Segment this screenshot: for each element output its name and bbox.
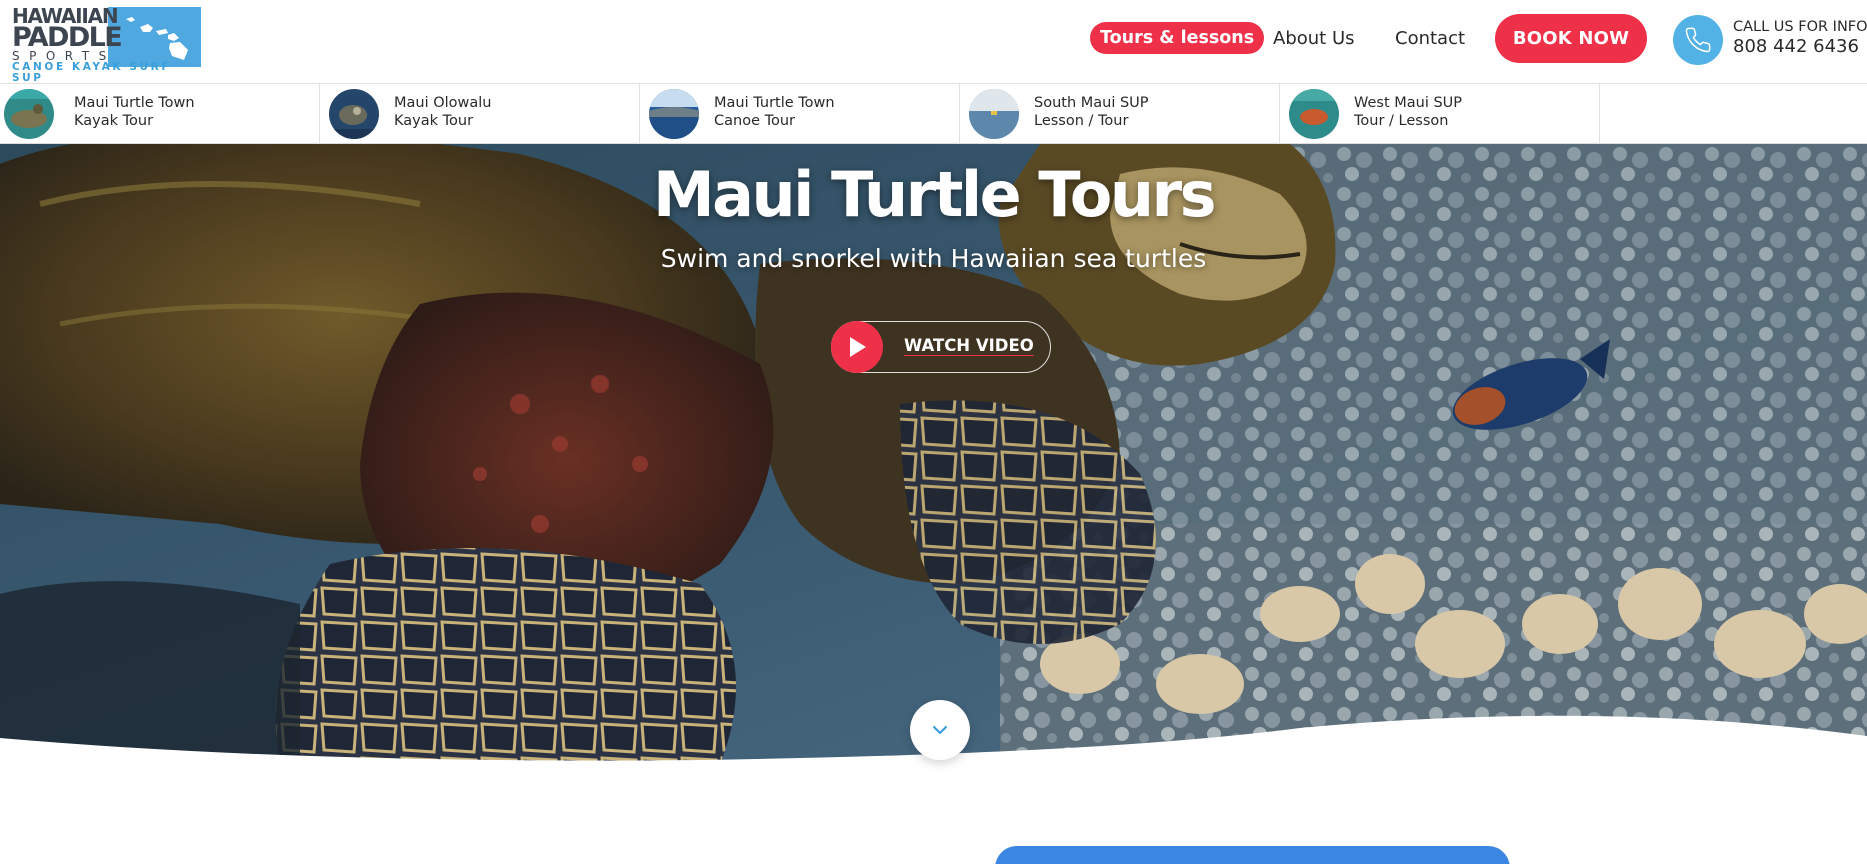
tour-type: Lesson / Tour bbox=[1034, 113, 1129, 129]
nav-about-us[interactable]: About Us bbox=[1273, 22, 1355, 54]
tour-label: Maui Turtle Town Canoe Tour bbox=[714, 94, 835, 130]
tour-label: South Maui SUP Lesson / Tour bbox=[1034, 94, 1149, 130]
logo-line-2: PADDLE bbox=[12, 22, 123, 53]
site-logo[interactable]: HAWAIIAN PADDLE SPORTS CANOE KAYAK SURF … bbox=[12, 5, 202, 83]
watch-video-button[interactable]: WATCH VIDEO bbox=[831, 321, 1051, 373]
tours-strip: Maui Turtle Town Kayak Tour Maui Olowalu… bbox=[0, 84, 1867, 144]
tour-name: South Maui SUP bbox=[1034, 95, 1149, 111]
tour-card-turtle-town-kayak[interactable]: Maui Turtle Town Kayak Tour bbox=[0, 84, 320, 144]
tour-card-olowalu-kayak[interactable]: Maui Olowalu Kayak Tour bbox=[320, 84, 640, 144]
phone-icon[interactable] bbox=[1673, 15, 1723, 65]
tour-thumbnail bbox=[649, 89, 699, 139]
nav-contact[interactable]: Contact bbox=[1395, 22, 1465, 54]
chevron-down-icon bbox=[931, 721, 949, 740]
tour-thumbnail bbox=[969, 89, 1019, 139]
hawaiian-islands-icon bbox=[108, 7, 201, 67]
scroll-down-button[interactable] bbox=[910, 700, 970, 760]
play-icon bbox=[831, 321, 883, 373]
tour-thumbnail bbox=[329, 89, 379, 139]
tour-card-south-maui-sup[interactable]: South Maui SUP Lesson / Tour bbox=[960, 84, 1280, 144]
tour-card-turtle-town-canoe[interactable]: Maui Turtle Town Canoe Tour bbox=[640, 84, 960, 144]
watch-video-label: WATCH VIDEO bbox=[904, 336, 1034, 355]
nav-tours-lessons[interactable]: Tours & lessons bbox=[1090, 22, 1265, 54]
hero-subtitle: Swim and snorkel with Hawaiian sea turtl… bbox=[660, 244, 1207, 273]
tour-thumbnail bbox=[1289, 89, 1339, 139]
hero-background-image bbox=[0, 144, 1867, 764]
tour-name: Maui Turtle Town bbox=[74, 95, 195, 111]
site-header: HAWAIIAN PADDLE SPORTS CANOE KAYAK SURF … bbox=[0, 0, 1867, 84]
tour-name: Maui Turtle Town bbox=[714, 95, 835, 111]
tour-card-west-maui-sup[interactable]: West Maui SUP Tour / Lesson bbox=[1280, 84, 1600, 144]
tour-label: Maui Turtle Town Kayak Tour bbox=[74, 94, 195, 130]
phone-number-link[interactable]: 808 442 6436 bbox=[1733, 36, 1859, 57]
tour-label: West Maui SUP Tour / Lesson bbox=[1354, 94, 1462, 130]
book-now-button[interactable]: BOOK NOW bbox=[1495, 14, 1647, 63]
logo-tagline: CANOE KAYAK SURF SUP bbox=[12, 61, 172, 84]
tour-name: Maui Olowalu bbox=[394, 95, 492, 111]
tour-type: Kayak Tour bbox=[394, 113, 474, 129]
tour-label: Maui Olowalu Kayak Tour bbox=[394, 94, 492, 130]
tour-thumbnail bbox=[4, 89, 54, 139]
tour-name: West Maui SUP bbox=[1354, 95, 1463, 111]
hero-title: Maui Turtle Tours bbox=[652, 158, 1217, 231]
tour-type: Kayak Tour bbox=[74, 113, 154, 129]
hero-banner: Maui Turtle Tours Swim and snorkel with … bbox=[0, 144, 1867, 764]
tour-type: Tour / Lesson bbox=[1354, 113, 1449, 129]
call-us-label: CALL US FOR INFO bbox=[1733, 19, 1867, 35]
tour-type: Canoe Tour bbox=[714, 113, 796, 129]
booking-card bbox=[995, 846, 1510, 864]
